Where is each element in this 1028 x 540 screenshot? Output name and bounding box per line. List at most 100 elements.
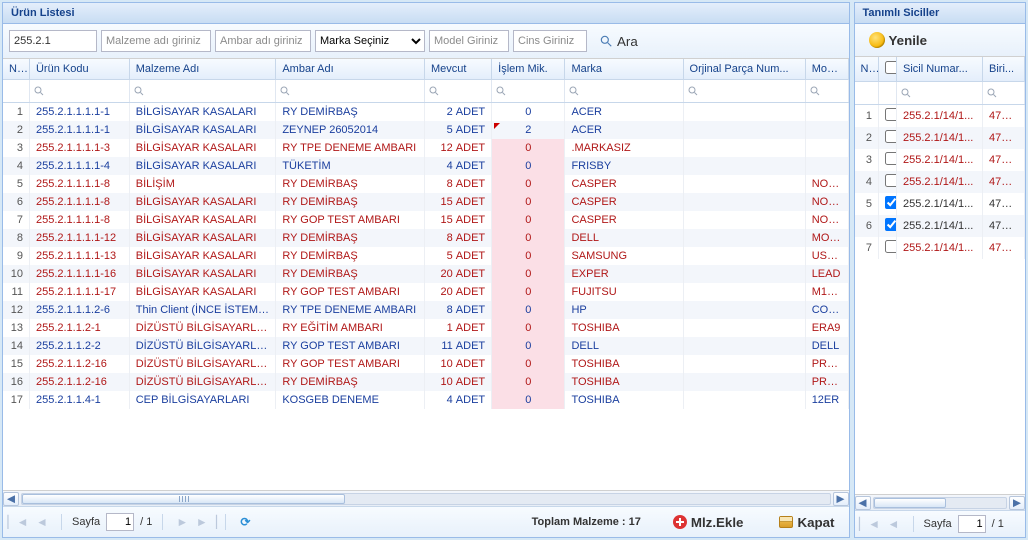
rcol-birim[interactable]: Biri...: [983, 57, 1025, 82]
table-row[interactable]: 6255.2.1.1.1.1-8BİLGİSAYAR KASALARIRY DE…: [3, 193, 848, 211]
filter-mevcut[interactable]: [425, 80, 491, 102]
col-islem-mik[interactable]: İşlem Mik.: [492, 59, 565, 80]
row-checkbox[interactable]: [885, 196, 897, 209]
mlz-ekle-button[interactable]: Mlz.Ekle: [665, 511, 752, 533]
table-row[interactable]: 2255.2.1.1.1.1-1BİLGİSAYAR KASALARIZEYNE…: [3, 121, 848, 139]
cell-islem-mik[interactable]: 0: [492, 373, 565, 391]
pager-last[interactable]: ►▕: [197, 513, 215, 531]
col-model[interactable]: Mode...: [805, 59, 848, 80]
table-row[interactable]: 1255.2.1/14/1...472....: [855, 105, 1025, 127]
cell-islem-mik[interactable]: 0: [492, 283, 565, 301]
table-row[interactable]: 13255.2.1.1.2-1DİZÜSTÜ BİLGİSAYARLARRY E…: [3, 319, 848, 337]
pager-next[interactable]: ►: [173, 513, 191, 531]
table-row[interactable]: 4255.2.1/14/1...472....: [855, 171, 1025, 193]
rcol-sicil[interactable]: Sicil Numar...: [897, 57, 983, 82]
filter-orjinal[interactable]: [684, 80, 805, 102]
cell-islem-mik[interactable]: 0: [492, 301, 565, 319]
table-row[interactable]: 2255.2.1/14/1...472....: [855, 127, 1025, 149]
table-row[interactable]: 7255.2.1/14/1...472....: [855, 237, 1025, 259]
code-input[interactable]: [9, 30, 97, 52]
malzeme-input[interactable]: [101, 30, 211, 52]
hscroll-track[interactable]: [21, 493, 831, 505]
rcol-no[interactable]: No: [855, 57, 879, 82]
ambar-input[interactable]: [215, 30, 311, 52]
row-checkbox[interactable]: [885, 108, 897, 121]
col-ambar-adi[interactable]: Ambar Adı: [276, 59, 425, 80]
table-row[interactable]: 15255.2.1.1.2-16DİZÜSTÜ BİLGİSAYARLARRY …: [3, 355, 848, 373]
table-row[interactable]: 4255.2.1.1.1.1-4BİLGİSAYAR KASALARITÜKET…: [3, 157, 848, 175]
table-row[interactable]: 11255.2.1.1.1.1-17BİLGİSAYAR KASALARIRY …: [3, 283, 848, 301]
page-input[interactable]: [106, 513, 134, 531]
table-row[interactable]: 12255.2.1.1.1.2-6Thin Client (İNCE İSTEM…: [3, 301, 848, 319]
kapat-button[interactable]: Kapat: [771, 511, 842, 533]
table-row[interactable]: 5255.2.1/14/1...472....: [855, 193, 1025, 215]
table-row[interactable]: 3255.2.1.1.1.1-3BİLGİSAYAR KASALARIRY TP…: [3, 139, 848, 157]
yenile-button[interactable]: Yenile: [861, 29, 936, 51]
hscroll-right-arrow[interactable]: ►: [833, 492, 849, 506]
cell-checkbox[interactable]: [879, 149, 897, 171]
cell-islem-mik[interactable]: 0: [492, 193, 565, 211]
filter-model[interactable]: [806, 80, 848, 102]
cell-checkbox[interactable]: [879, 127, 897, 149]
col-marka[interactable]: Marka: [565, 59, 683, 80]
cell-checkbox[interactable]: [879, 237, 897, 259]
cell-checkbox[interactable]: [879, 171, 897, 193]
filter-urun-kodu[interactable]: [30, 80, 129, 102]
filter-birim[interactable]: [983, 82, 1024, 104]
rpager-first[interactable]: ▏◄: [861, 515, 879, 533]
row-checkbox[interactable]: [885, 174, 897, 187]
table-row[interactable]: 6255.2.1/14/1...472....: [855, 215, 1025, 237]
model-input[interactable]: [429, 30, 509, 52]
table-row[interactable]: 14255.2.1.1.2-2DİZÜSTÜ BİLGİSAYARLARRY G…: [3, 337, 848, 355]
hscroll-left-arrow[interactable]: ◄: [3, 492, 19, 506]
row-checkbox[interactable]: [885, 152, 897, 165]
marka-select[interactable]: Marka Seçiniz: [315, 30, 425, 52]
cell-islem-mik[interactable]: 0: [492, 247, 565, 265]
rpage-input[interactable]: [958, 515, 986, 533]
hscroll-thumb[interactable]: [22, 494, 345, 504]
table-row[interactable]: 7255.2.1.1.1.1-8BİLGİSAYAR KASALARIRY GO…: [3, 211, 848, 229]
pager-prev[interactable]: ◄: [33, 513, 51, 531]
row-checkbox[interactable]: [885, 240, 897, 253]
col-no[interactable]: No: [3, 59, 29, 80]
rcol-chk-all[interactable]: [885, 61, 897, 74]
cell-islem-mik[interactable]: 0: [492, 319, 565, 337]
pager-first[interactable]: ▏◄: [9, 513, 27, 531]
cins-input[interactable]: [513, 30, 587, 52]
cell-islem-mik[interactable]: 0: [492, 391, 565, 409]
right-hscroll-right[interactable]: ►: [1009, 496, 1025, 510]
filter-islem[interactable]: [492, 80, 564, 102]
table-row[interactable]: 10255.2.1.1.1.1-16BİLGİSAYAR KASALARIRY …: [3, 265, 848, 283]
row-checkbox[interactable]: [885, 130, 897, 143]
right-hscroll-thumb[interactable]: [874, 498, 947, 508]
cell-checkbox[interactable]: [879, 193, 897, 215]
right-hscroll-left[interactable]: ◄: [855, 496, 871, 510]
filter-sicil[interactable]: [897, 82, 982, 104]
table-row[interactable]: 8255.2.1.1.1.1-12BİLGİSAYAR KASALARIRY D…: [3, 229, 848, 247]
table-row[interactable]: 1255.2.1.1.1.1-1BİLGİSAYAR KASALARIRY DE…: [3, 103, 848, 121]
table-row[interactable]: 3255.2.1/14/1...472....: [855, 149, 1025, 171]
right-hscroll-track[interactable]: [873, 497, 1008, 509]
col-malzeme-adi[interactable]: Malzeme Adı: [129, 59, 276, 80]
pager-refresh[interactable]: ⟳: [236, 513, 254, 531]
table-row[interactable]: 5255.2.1.1.1.1-8BİLİŞİMRY DEMİRBAŞ8 ADET…: [3, 175, 848, 193]
cell-islem-mik[interactable]: 0: [492, 337, 565, 355]
cell-islem-mik[interactable]: 0: [492, 229, 565, 247]
cell-islem-mik[interactable]: 2: [492, 121, 565, 139]
table-row[interactable]: 16255.2.1.1.2-16DİZÜSTÜ BİLGİSAYARLARRY …: [3, 373, 848, 391]
left-hscroll[interactable]: ◄ ►: [3, 490, 849, 506]
rcol-chk[interactable]: [879, 57, 897, 82]
cell-islem-mik[interactable]: 0: [492, 175, 565, 193]
rpager-prev[interactable]: ◄: [885, 515, 903, 533]
cell-islem-mik[interactable]: 0: [492, 103, 565, 121]
cell-checkbox[interactable]: [879, 215, 897, 237]
cell-islem-mik[interactable]: 0: [492, 139, 565, 157]
col-orjinal-parca[interactable]: Orjinal Parça Num...: [683, 59, 805, 80]
right-hscroll[interactable]: ◄ ►: [855, 494, 1026, 510]
col-urun-kodu[interactable]: Ürün Kodu: [29, 59, 129, 80]
table-row[interactable]: 17255.2.1.1.4-1CEP BİLGİSAYARLARIKOSGEB …: [3, 391, 848, 409]
table-row[interactable]: 9255.2.1.1.1.1-13BİLGİSAYAR KASALARIRY D…: [3, 247, 848, 265]
cell-checkbox[interactable]: [879, 105, 897, 127]
cell-islem-mik[interactable]: 0: [492, 265, 565, 283]
cell-islem-mik[interactable]: 0: [492, 211, 565, 229]
